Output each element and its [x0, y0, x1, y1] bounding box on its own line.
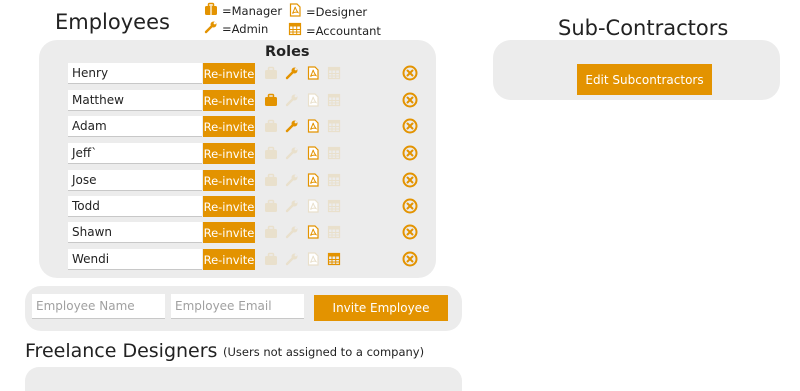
roles-header: Roles — [265, 44, 310, 60]
remove-employee-icon[interactable] — [402, 145, 418, 161]
calculator-icon[interactable] — [327, 146, 341, 160]
employee-row: Henry Re-invite — [68, 63, 418, 84]
wrench-icon[interactable] — [285, 93, 299, 107]
employee-name-field[interactable]: Matthew — [68, 90, 202, 111]
subcontractors-title: Sub-Contractors — [558, 16, 729, 40]
briefcase-icon[interactable] — [264, 252, 278, 266]
employee-row: Matthew Re-invite — [68, 90, 418, 111]
legend-admin: =Admin — [204, 20, 268, 37]
freelance-panel — [25, 367, 462, 391]
wrench-icon[interactable] — [285, 119, 299, 133]
pdf-file-icon[interactable] — [306, 199, 320, 213]
employee-row: Wendi Re-invite — [68, 249, 418, 270]
briefcase-icon — [204, 2, 218, 19]
calculator-icon — [288, 22, 302, 39]
wrench-icon[interactable] — [285, 252, 299, 266]
employee-row: Jeff` Re-invite — [68, 143, 418, 164]
invite-employee-button[interactable]: Invite Employee — [314, 295, 448, 321]
reinvite-button[interactable]: Re-invite — [203, 143, 255, 164]
briefcase-icon[interactable] — [264, 199, 278, 213]
employee-name-field[interactable]: Jeff` — [68, 143, 202, 164]
remove-employee-icon[interactable] — [402, 224, 418, 240]
calculator-icon[interactable] — [327, 173, 341, 187]
legend-manager-label: =Manager — [222, 3, 283, 18]
pdf-file-icon[interactable] — [306, 119, 320, 133]
remove-employee-icon[interactable] — [402, 198, 418, 214]
employee-name-field[interactable]: Todd — [68, 196, 202, 217]
pdf-file-icon[interactable] — [306, 93, 320, 107]
employee-row: Shawn Re-invite — [68, 222, 418, 243]
legend-accountant-label: =Accountant — [306, 23, 381, 38]
edit-subcontractors-button[interactable]: Edit Subcontractors — [577, 64, 712, 95]
reinvite-button[interactable]: Re-invite — [203, 249, 255, 270]
pdf-file-icon[interactable] — [306, 252, 320, 266]
employee-row: Adam Re-invite — [68, 116, 418, 137]
employees-title: Employees — [55, 10, 170, 34]
briefcase-icon[interactable] — [264, 173, 278, 187]
calculator-icon[interactable] — [327, 93, 341, 107]
wrench-icon[interactable] — [285, 146, 299, 160]
pdf-file-icon[interactable] — [306, 225, 320, 239]
employee-name-field[interactable]: Henry — [68, 63, 202, 84]
pdf-file-icon — [288, 3, 302, 20]
reinvite-button[interactable]: Re-invite — [203, 116, 255, 137]
employee-email-input[interactable] — [171, 294, 304, 319]
reinvite-button[interactable]: Re-invite — [203, 63, 255, 84]
remove-employee-icon[interactable] — [402, 65, 418, 81]
employee-row: Jose Re-invite — [68, 170, 418, 191]
pdf-file-icon[interactable] — [306, 146, 320, 160]
calculator-icon[interactable] — [327, 199, 341, 213]
briefcase-icon[interactable] — [264, 225, 278, 239]
briefcase-icon[interactable] — [264, 119, 278, 133]
remove-employee-icon[interactable] — [402, 118, 418, 134]
wrench-icon[interactable] — [285, 66, 299, 80]
wrench-icon[interactable] — [285, 199, 299, 213]
employee-name-field[interactable]: Jose — [68, 170, 202, 191]
pdf-file-icon[interactable] — [306, 66, 320, 80]
employee-name-field[interactable]: Shawn — [68, 222, 202, 243]
legend-accountant: =Accountant — [288, 22, 381, 39]
employee-name-field[interactable]: Adam — [68, 116, 202, 137]
employee-name-field[interactable]: Wendi — [68, 249, 202, 270]
employee-row: Todd Re-invite — [68, 196, 418, 217]
freelance-title: Freelance Designers — [25, 340, 218, 362]
legend-manager: =Manager — [204, 2, 282, 19]
briefcase-icon[interactable] — [264, 146, 278, 160]
employee-name-input[interactable] — [32, 294, 165, 319]
legend-admin-label: =Admin — [222, 21, 269, 36]
wrench-icon[interactable] — [285, 173, 299, 187]
reinvite-button[interactable]: Re-invite — [203, 222, 255, 243]
calculator-icon[interactable] — [327, 66, 341, 80]
wrench-icon — [204, 20, 218, 37]
reinvite-button[interactable]: Re-invite — [203, 170, 255, 191]
freelance-subtitle: (Users not assigned to a company) — [223, 345, 425, 359]
reinvite-button[interactable]: Re-invite — [203, 90, 255, 111]
calculator-icon[interactable] — [327, 119, 341, 133]
remove-employee-icon[interactable] — [402, 92, 418, 108]
pdf-file-icon[interactable] — [306, 173, 320, 187]
remove-employee-icon[interactable] — [402, 251, 418, 267]
calculator-icon[interactable] — [327, 225, 341, 239]
legend-designer: =Designer — [288, 3, 367, 20]
reinvite-button[interactable]: Re-invite — [203, 196, 255, 217]
briefcase-icon[interactable] — [264, 66, 278, 80]
calculator-icon[interactable] — [327, 252, 341, 266]
wrench-icon[interactable] — [285, 225, 299, 239]
legend-designer-label: =Designer — [306, 4, 368, 19]
briefcase-icon[interactable] — [264, 93, 278, 107]
remove-employee-icon[interactable] — [402, 172, 418, 188]
